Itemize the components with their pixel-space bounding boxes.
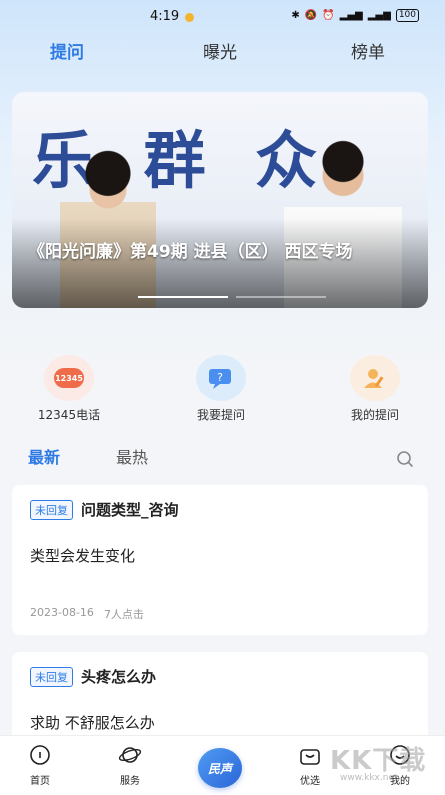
post-body: 求助 不舒服怎么办 [30, 714, 155, 732]
post-card[interactable]: 未回复 问题类型_咨询 类型会发生变化 2023-08-16 7人点击 [12, 485, 428, 635]
post-date: 2023-08-16 [30, 606, 94, 619]
nav-home[interactable]: 首页 [10, 744, 70, 787]
home-icon [30, 745, 50, 765]
post-clicks: 7人点击 [103, 608, 144, 621]
top-tabs: 提问 曝光 榜单 [0, 38, 445, 64]
quick-action-label: 12345电话 [37, 408, 101, 422]
tab-latest[interactable]: 最新 [28, 444, 60, 468]
post-meta: 2023-08-16 7人点击 [30, 606, 144, 622]
battery-icon: 100 [395, 9, 419, 22]
signal-icon: ▂▄▆ [339, 10, 363, 21]
tab-hottest[interactable]: 最热 [116, 444, 148, 468]
my-questions-icon [350, 355, 400, 401]
phone-12345-icon: 12345 [44, 355, 94, 401]
svg-text:?: ? [217, 371, 223, 384]
tab-ranking[interactable]: 榜单 [351, 38, 385, 63]
badge-12345: 12345 [54, 368, 84, 388]
post-body: 类型会发生变化 [30, 547, 136, 565]
planet-icon [118, 747, 142, 763]
status-icons: ✱ 🔕 ⏰ ▂▄▆ ▂▄▆ 100 [291, 9, 419, 22]
post-title: 问题类型_咨询 [81, 501, 179, 519]
quick-action-my-questions[interactable]: 我的提问 [320, 355, 430, 423]
shopping-bag-icon [300, 749, 320, 765]
quick-action-label: 我的提问 [350, 408, 399, 422]
banner-carousel[interactable]: 乐 群 众 《阳光问廉》第49期 进县（区） 西区专场 [12, 92, 428, 308]
quick-action-ask[interactable]: ? 我要提问 [166, 355, 276, 423]
quick-actions: 12345 12345电话 ? 我要提问 我的提问 [0, 355, 445, 425]
nav-label: 首页 [30, 776, 50, 787]
tab-exposure[interactable]: 曝光 [203, 38, 237, 63]
tab-ask[interactable]: 提问 [50, 38, 84, 63]
status-badge: 未回复 [30, 666, 73, 687]
watermark-url: www.kkx.net [340, 773, 398, 783]
status-time: 4:19 [150, 9, 180, 24]
banner-indicator [138, 296, 326, 298]
banner-indicator-dot [236, 296, 326, 298]
notification-dot-icon [185, 13, 194, 22]
mute-icon: 🔕 [304, 10, 318, 21]
quick-action-12345[interactable]: 12345 12345电话 [14, 355, 124, 423]
bluetooth-icon: ✱ [291, 10, 300, 21]
post-card[interactable]: 未回复 头疼怎么办 求助 不舒服怎么办 [12, 652, 428, 747]
alarm-icon: ⏰ [322, 10, 335, 21]
banner-caption: 《阳光问廉》第49期 进县（区） 西区专场 [28, 242, 353, 262]
status-badge: 未回复 [30, 499, 73, 520]
banner-indicator-dot [138, 296, 228, 298]
post-header: 未回复 头疼怎么办 [30, 666, 156, 687]
post-header: 未回复 问题类型_咨询 [30, 499, 179, 520]
quick-action-label: 我要提问 [196, 408, 245, 422]
search-icon[interactable] [396, 450, 414, 468]
watermark: KK下载 [330, 746, 427, 776]
feed-tabs: 最新 最热 [0, 444, 445, 474]
signal-icon-2: ▂▄▆ [367, 10, 391, 21]
status-bar: 4:19 ✱ 🔕 ⏰ ▂▄▆ ▂▄▆ 100 [0, 0, 445, 34]
post-title: 头疼怎么办 [81, 668, 157, 686]
nav-service[interactable]: 服务 [100, 744, 160, 787]
ask-question-icon: ? [196, 355, 246, 401]
nav-label: 服务 [120, 776, 140, 787]
nav-minsheng-button[interactable]: 民声 [198, 748, 242, 788]
